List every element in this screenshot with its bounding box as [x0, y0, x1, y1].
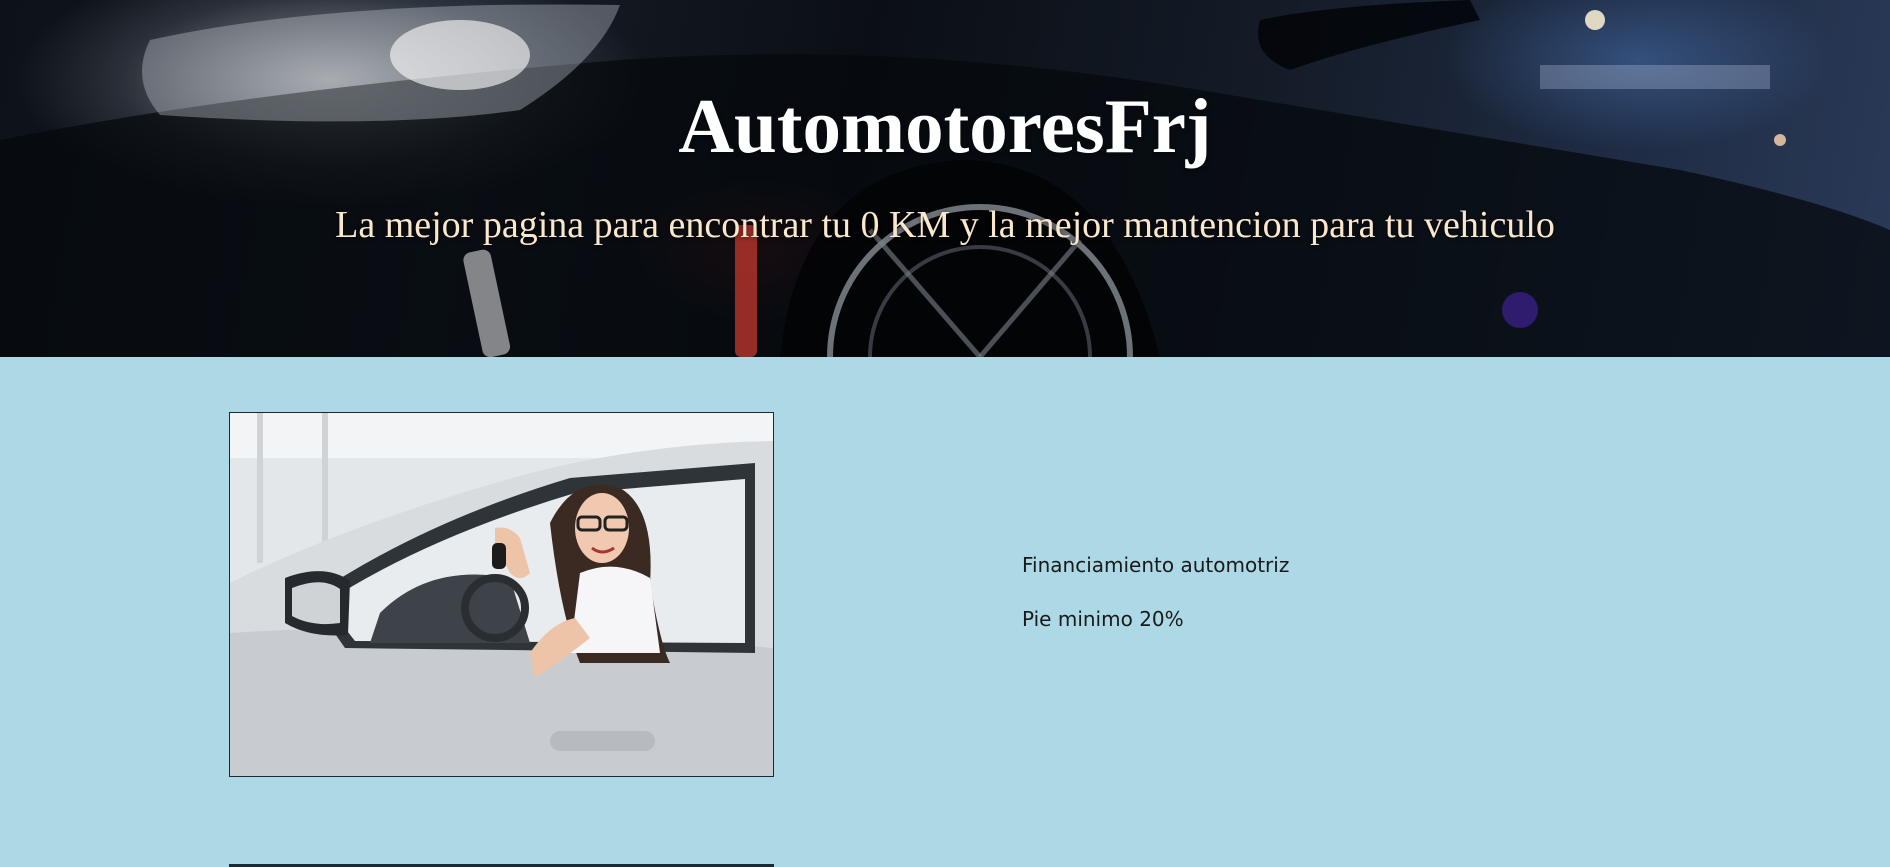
- financing-down-payment: Pie minimo 20%: [1022, 607, 1184, 631]
- woman-in-car-image: [230, 413, 773, 776]
- financing-info: Financiamiento automotriz Pie minimo 20%: [1022, 555, 1289, 663]
- financing-photo: [229, 412, 774, 777]
- site-title: AutomotoresFrj: [678, 83, 1212, 169]
- hero-car-background-image: [0, 0, 1890, 357]
- site-tagline: La mejor pagina para encontrar tu 0 KM y…: [335, 204, 1555, 246]
- hero-banner: AutomotoresFrj La mejor pagina para enco…: [0, 0, 1890, 357]
- financing-heading: Financiamiento automotriz: [1022, 553, 1290, 577]
